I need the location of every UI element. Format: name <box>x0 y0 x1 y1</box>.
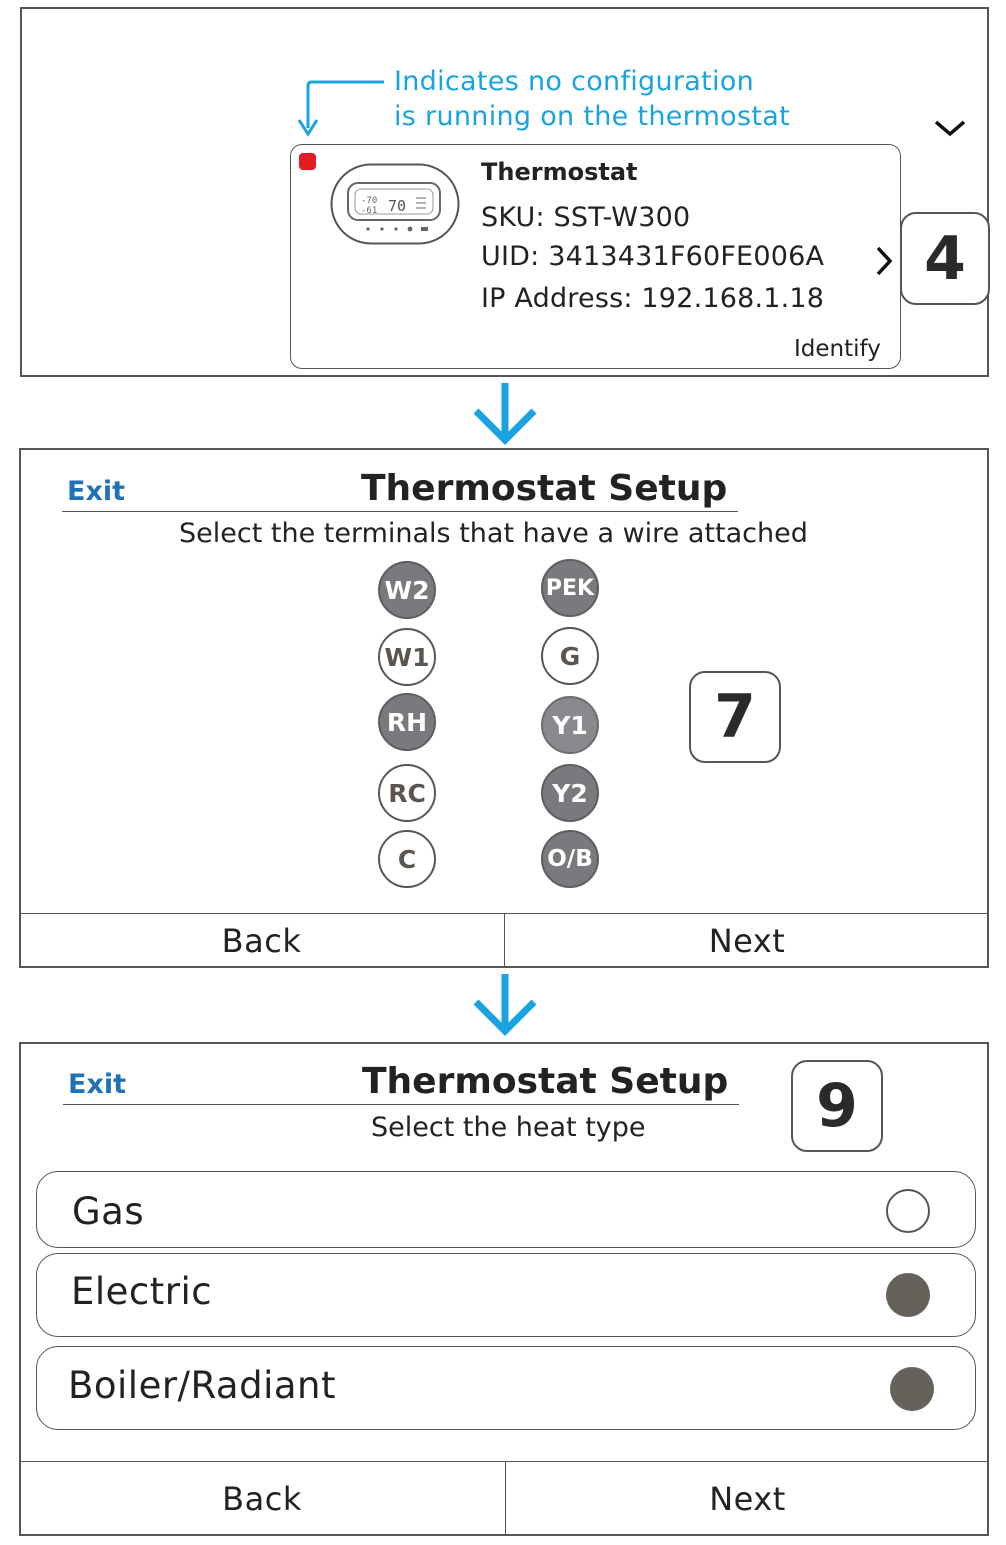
flow-arrow-down-icon <box>473 383 537 445</box>
flow-arrow-down-icon <box>473 974 537 1036</box>
device-ip: IP Address: 192.168.1.18 <box>481 283 825 314</box>
chevron-right-icon[interactable] <box>872 244 896 278</box>
terminal-w1[interactable]: W1 <box>378 628 436 686</box>
svg-text:-61: -61 <box>361 206 377 216</box>
radio-boiler-radiant[interactable] <box>890 1367 934 1411</box>
step-badge-9: 9 <box>791 1060 883 1152</box>
terminal-w2[interactable]: W2 <box>378 561 436 619</box>
device-uid: UID: 3413431F60FE006A <box>481 241 825 272</box>
next-button[interactable]: Next <box>505 914 989 967</box>
svg-text:-70: -70 <box>361 196 377 206</box>
terminal-pek[interactable]: PEK <box>541 559 599 617</box>
exit-link[interactable]: Exit <box>68 1069 126 1100</box>
annotation-line-1: Indicates no configuration <box>394 66 755 97</box>
back-button[interactable]: Back <box>19 1462 505 1535</box>
page-title: Thermostat Setup <box>361 468 728 509</box>
terminal-ob[interactable]: O/B <box>541 830 599 888</box>
terminal-g[interactable]: G <box>541 627 599 685</box>
step-badge-4: 4 <box>900 212 990 305</box>
annotation-line-2: is running on the thermostat <box>394 101 790 132</box>
option-label: Boiler/Radiant <box>68 1364 336 1407</box>
terminal-rc[interactable]: RC <box>378 764 436 822</box>
back-button[interactable]: Back <box>19 914 504 967</box>
terminal-y1[interactable]: Y1 <box>541 696 599 754</box>
title-divider <box>62 511 738 512</box>
page-subtitle: Select the terminals that have a wire at… <box>179 518 808 549</box>
terminal-rh[interactable]: RH <box>378 693 436 751</box>
next-button[interactable]: Next <box>506 1462 989 1535</box>
page-title: Thermostat Setup <box>362 1061 729 1102</box>
radio-gas[interactable] <box>886 1189 930 1233</box>
heat-option-gas[interactable] <box>36 1171 976 1248</box>
device-name: Thermostat <box>481 158 638 186</box>
terminal-c[interactable]: C <box>378 830 436 888</box>
page-subtitle: Select the heat type <box>371 1112 646 1143</box>
status-indicator <box>299 153 316 170</box>
terminal-y2[interactable]: Y2 <box>541 764 599 822</box>
radio-electric[interactable] <box>886 1273 930 1317</box>
svg-text:70: 70 <box>388 197 406 215</box>
exit-link[interactable]: Exit <box>67 476 125 507</box>
option-label: Electric <box>71 1270 213 1313</box>
title-divider <box>63 1104 739 1105</box>
annotation-arrow-icon <box>297 80 384 137</box>
step-badge-7: 7 <box>689 671 781 763</box>
device-sku: SKU: SST-W300 <box>481 202 691 233</box>
chevron-down-icon[interactable] <box>930 114 970 144</box>
identify-button[interactable]: Identify <box>794 336 881 362</box>
option-label: Gas <box>72 1190 145 1233</box>
annotation-callout: Indicates no configuration is running on… <box>394 64 790 134</box>
thermostat-device-icon: -70 -61 70 <box>330 163 460 245</box>
